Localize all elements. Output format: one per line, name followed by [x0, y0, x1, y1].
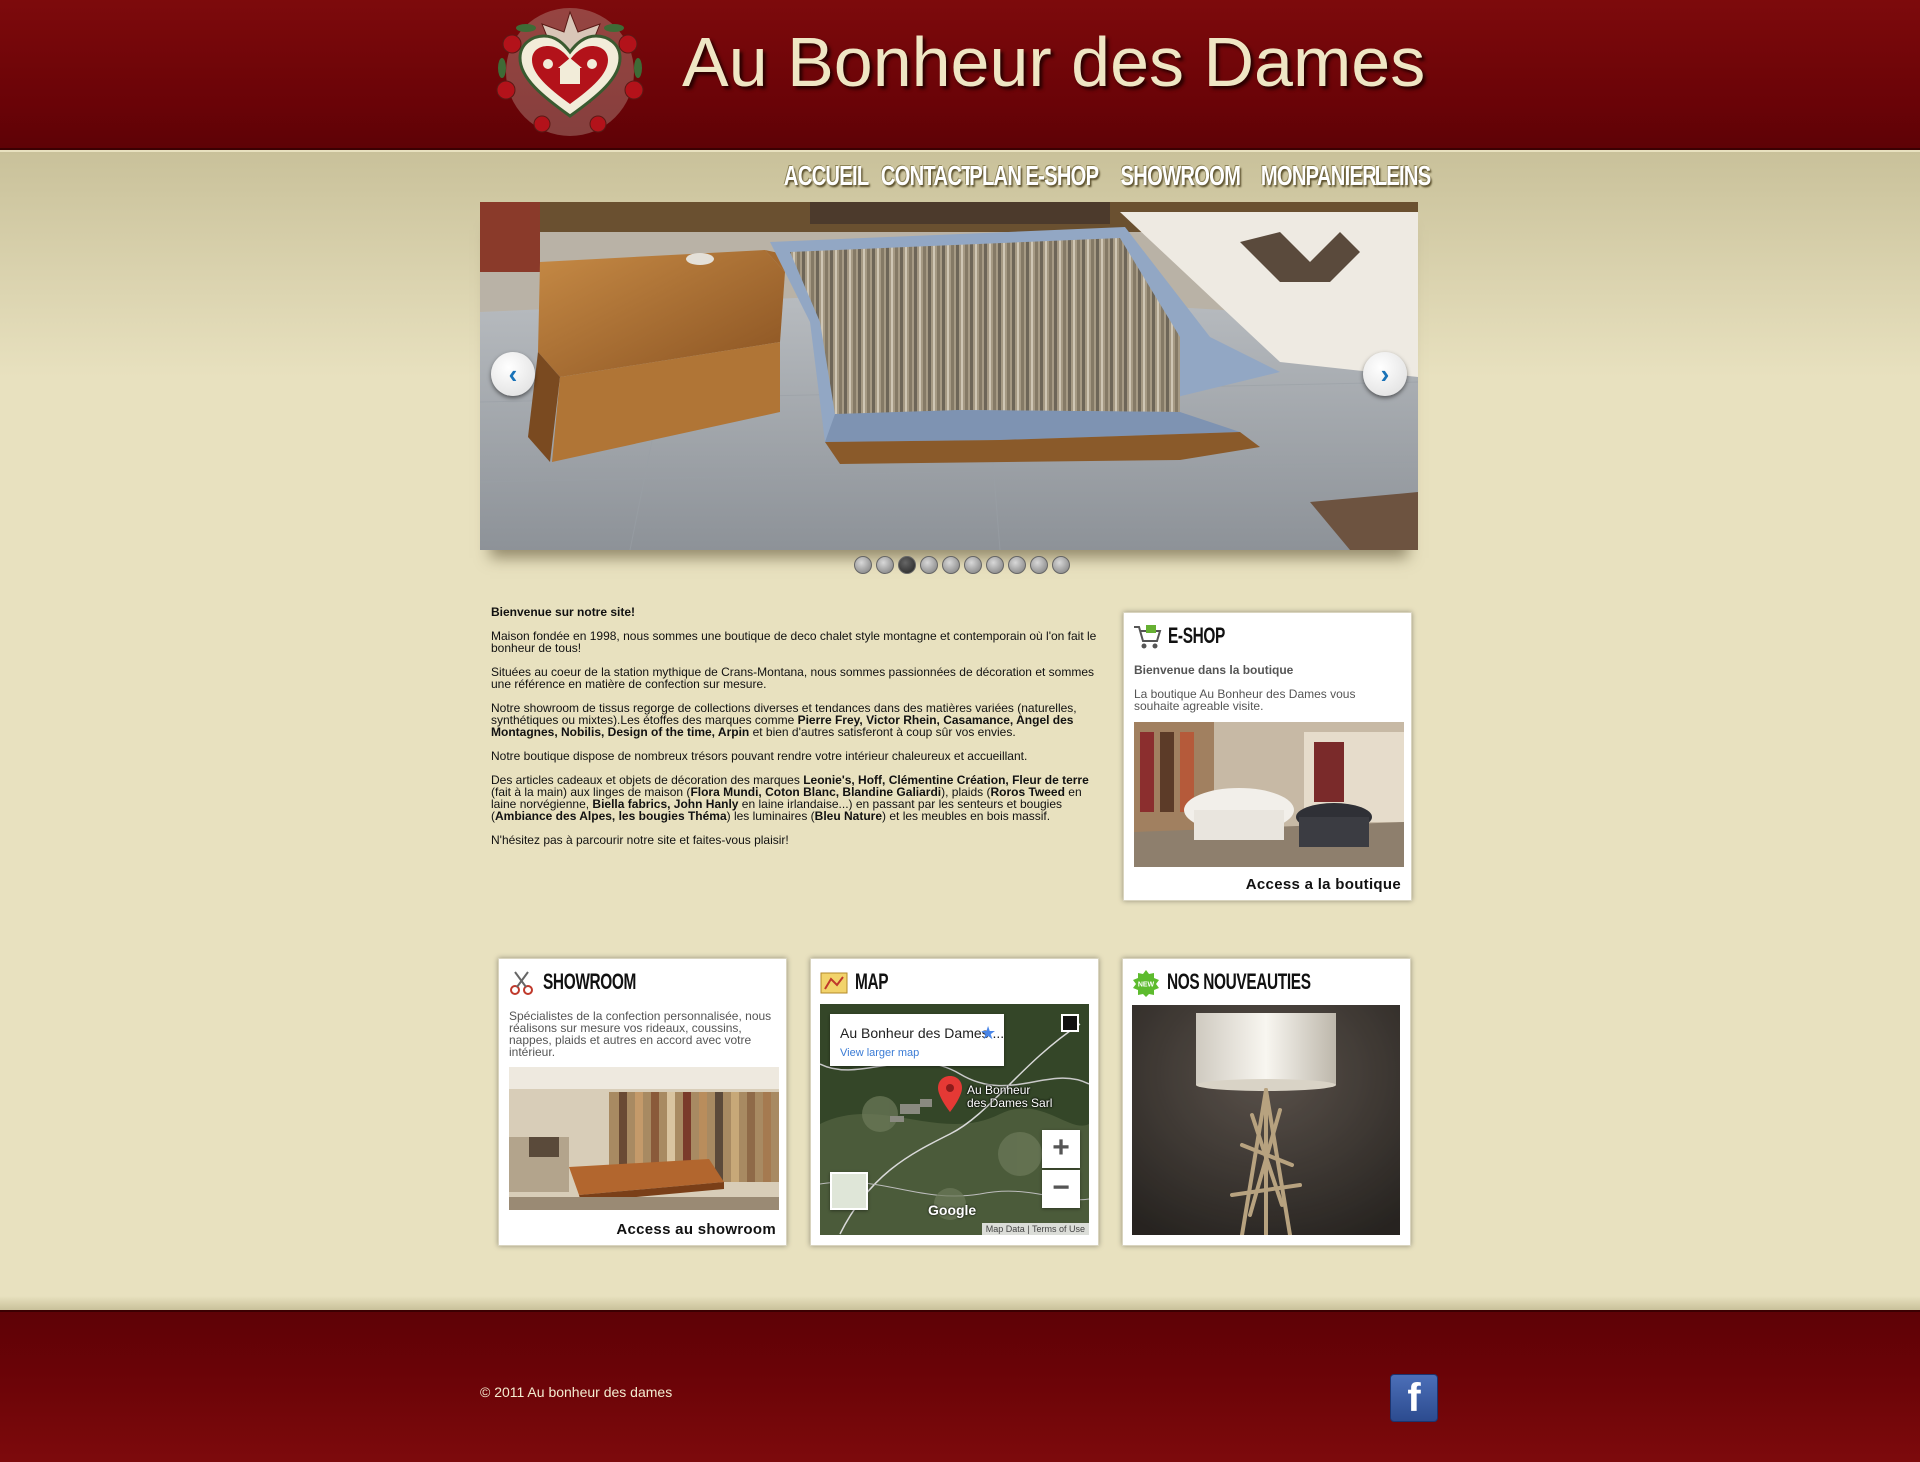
site-title: Au Bonheur des Dames [682, 23, 1426, 101]
welcome-paragraph: N'hésitez pas à parcourir notre site et … [491, 833, 789, 847]
welcome-paragraph: Notre boutique dispose de nombreux tréso… [491, 749, 1028, 763]
heart-logo-icon[interactable] [482, 4, 658, 140]
nav-accueil[interactable]: ACCUEIL [784, 160, 869, 200]
chevron-right-icon: › [1380, 358, 1390, 389]
eshop-box: E-SHOP Bienvenue dans la boutique La bou… [1123, 612, 1412, 901]
map-pin-label: Au Bonheur des Dames Sarl [967, 1083, 1053, 1110]
header: Au Bonheur des Dames [0, 0, 1920, 150]
showroom-title: SHOWROOM [543, 969, 637, 994]
slider-dot[interactable] [986, 556, 1004, 574]
scissors-icon [510, 971, 533, 995]
map-box: MAP Au Bonheur des Dames ... ★ View larg… [810, 958, 1099, 1246]
slider-dot[interactable] [964, 556, 982, 574]
showroom-box: SHOWROOM Spécialistes de la confection p… [498, 958, 787, 1246]
footer-band [0, 1296, 1920, 1310]
slider-dot[interactable] [876, 556, 894, 574]
view-larger-map-link[interactable]: View larger map [840, 1047, 919, 1059]
map-info-card: Au Bonheur des Dames ... ★ View larger m… [830, 1014, 1004, 1066]
slider-next-button[interactable]: › [1363, 352, 1407, 396]
welcome-paragraph: Situées au coeur de la station mythique … [491, 665, 1094, 691]
eshop-subtitle: Bienvenue dans la boutique [1134, 663, 1294, 677]
slider-prev-button[interactable]: ‹ [491, 352, 535, 396]
nouveautes-box: NEW NOS NOUVEAUTIES [1122, 958, 1411, 1246]
nav-eshop[interactable]: E-SHOP [1025, 160, 1099, 200]
map-data-link[interactable]: Map Data [986, 1224, 1025, 1234]
slider-dot[interactable] [1030, 556, 1048, 574]
map-type-toggle[interactable] [830, 1172, 868, 1210]
footer: © 2011 Au bonheur des dames f [0, 1310, 1920, 1462]
showroom-photo[interactable] [509, 1067, 779, 1210]
eshop-title: E-SHOP [1168, 623, 1225, 648]
slider-dot[interactable] [942, 556, 960, 574]
slider-dots [854, 556, 1070, 574]
welcome-text: Bienvenue sur notre site! Maison fondée … [491, 606, 1097, 858]
terms-of-use-link[interactable]: Terms of Use [1032, 1224, 1085, 1234]
google-logo: Google [928, 1202, 977, 1218]
fullscreen-icon[interactable] [1061, 1014, 1079, 1032]
map-attribution: Map Data | Terms of Use [981, 1223, 1089, 1235]
nav-plan[interactable]: PLAN [969, 160, 1022, 200]
nouveautes-title: NOS NOUVEAUTIES [1167, 969, 1311, 994]
slider-dot[interactable] [854, 556, 872, 574]
slider-dot[interactable] [1008, 556, 1026, 574]
chevron-left-icon: ‹ [508, 358, 518, 389]
cart-icon [1134, 625, 1162, 649]
eshop-text: La boutique Au Bonheur des Dames vous so… [1134, 687, 1356, 713]
nav-leins[interactable]: LEINS [1374, 160, 1431, 200]
welcome-heading: Bienvenue sur notre site! [491, 605, 636, 619]
svg-text:NEW: NEW [1138, 982, 1155, 989]
nav-showroom[interactable]: SHOWROOM [1121, 160, 1241, 200]
new-badge-icon: NEW [1133, 970, 1159, 997]
welcome-paragraph: Notre showroom de tissus regorge de coll… [491, 701, 1077, 739]
google-map[interactable]: Au Bonheur des Dames ... ★ View larger m… [820, 1004, 1089, 1235]
map-pin-icon[interactable] [938, 1076, 962, 1112]
eshop-access-link[interactable]: Access a la boutique [1246, 876, 1401, 893]
map-title: MAP [855, 969, 889, 994]
slider-dot[interactable] [920, 556, 938, 574]
welcome-paragraph: Des articles cadeaux et objets de décora… [491, 773, 1089, 823]
image-slider: ‹ › [480, 202, 1418, 550]
nav-monpanier[interactable]: MONPANIER [1261, 160, 1377, 200]
main-nav: ACCUEIL CONTACT PLAN E-SHOP SHOWROOM MON… [660, 160, 1430, 200]
showroom-access-link[interactable]: Access au showroom [616, 1221, 776, 1238]
showroom-text: Spécialistes de la confection personnali… [509, 1009, 772, 1059]
slider-dot[interactable] [898, 556, 916, 574]
facebook-icon[interactable]: f [1390, 1374, 1438, 1422]
map-zoom-in-button[interactable]: + [1042, 1130, 1080, 1168]
nav-contact[interactable]: CONTACT [881, 160, 974, 200]
copyright-text: © 2011 Au bonheur des dames [480, 1384, 673, 1400]
map-icon [820, 972, 848, 994]
map-zoom-out-button[interactable]: − [1042, 1170, 1080, 1208]
slide-photo-bed [480, 202, 1418, 550]
welcome-paragraph: Maison fondée en 1998, nous sommes une b… [491, 629, 1097, 655]
slider-dot[interactable] [1052, 556, 1070, 574]
eshop-photo[interactable] [1134, 722, 1404, 867]
star-icon[interactable]: ★ [980, 1023, 996, 1044]
nouveautes-lamp-photo[interactable] [1132, 1005, 1400, 1235]
